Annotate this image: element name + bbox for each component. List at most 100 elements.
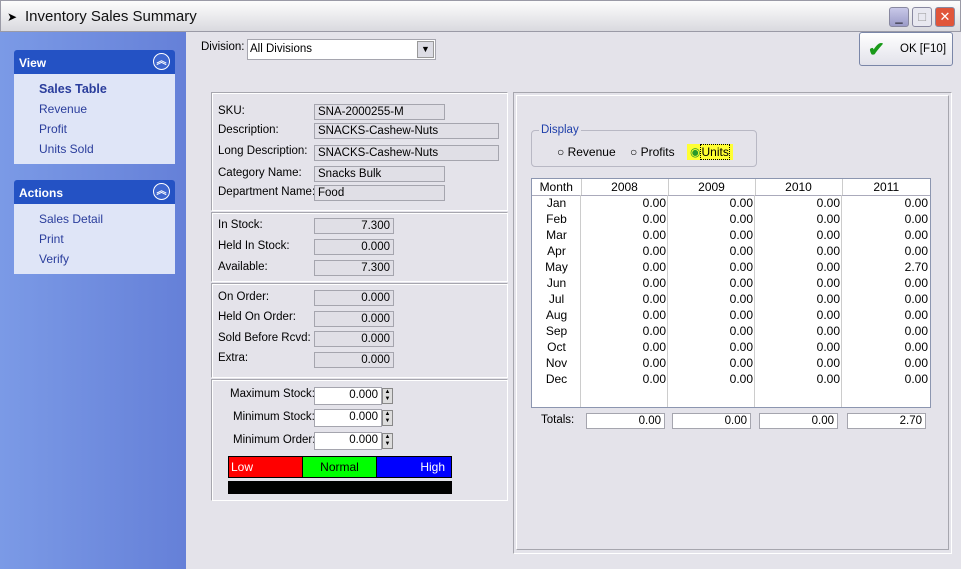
cell-month: Sep — [545, 324, 568, 338]
sidebar-item-revenue[interactable]: Revenue — [39, 102, 87, 116]
cell-value: 0.00 — [729, 308, 753, 322]
sales-panel: Display ○ Revenue ○ Profits ◉Units Month… — [513, 92, 952, 554]
column-header[interactable]: 2011 — [841, 179, 930, 196]
view-panel: Sales Table Revenue Profit Units Sold — [14, 74, 175, 164]
min-order-spinner[interactable]: ▲ ▼ — [382, 433, 393, 449]
table-row[interactable]: Jun 0.00 0.00 0.00 0.00 — [532, 275, 930, 291]
cell-value: 0.00 — [642, 292, 666, 306]
cell-value: 0.00 — [642, 340, 666, 354]
table-row[interactable]: Aug 0.00 0.00 0.00 0.00 — [532, 307, 930, 323]
actions-panel-header[interactable]: Actions ︽ — [14, 180, 175, 204]
action-sales-detail[interactable]: Sales Detail — [39, 212, 103, 226]
cell-value: 2.70 — [904, 260, 928, 274]
department-label: Department Name: — [218, 186, 316, 198]
cell-month: Dec — [545, 372, 568, 386]
cell-value: 0.00 — [904, 308, 928, 322]
action-verify[interactable]: Verify — [39, 252, 69, 266]
column-header[interactable]: 2010 — [754, 179, 842, 196]
cell-value: 0.00 — [729, 292, 753, 306]
display-legend: Display — [539, 124, 581, 136]
column-header[interactable]: 2008 — [580, 179, 668, 196]
close-button[interactable]: ✕ — [935, 7, 955, 27]
table-row[interactable]: Sep 0.00 0.00 0.00 0.00 — [532, 323, 930, 339]
table-row[interactable]: Feb 0.00 0.00 0.00 0.00 — [532, 211, 930, 227]
column-header[interactable]: 2009 — [667, 179, 755, 196]
table-row[interactable]: May 0.00 0.00 0.00 2.70 — [532, 259, 930, 275]
cell-month: Feb — [546, 212, 567, 226]
cell-month: Jun — [546, 276, 567, 290]
maximize-button[interactable]: □ — [912, 7, 932, 27]
cell-month: Jan — [546, 196, 567, 211]
table-row[interactable]: Apr 0.00 0.00 0.00 0.00 — [532, 243, 930, 259]
cell-value: 0.00 — [816, 260, 840, 274]
sidebar-item-sales-table[interactable]: Sales Table — [39, 82, 107, 96]
min-stock-input[interactable]: 0.000 — [314, 409, 382, 427]
table-row[interactable]: Jul 0.00 0.00 0.00 0.00 — [532, 291, 930, 307]
radio-revenue[interactable]: ○ Revenue — [557, 145, 616, 159]
sku-field: SNA-2000255-M — [314, 104, 445, 120]
chevron-down-icon[interactable]: ▼ — [417, 41, 434, 58]
min-order-input[interactable]: 0.000 — [314, 432, 382, 450]
actions-title: Actions — [19, 186, 64, 200]
cell-month: Apr — [547, 244, 566, 258]
cell-value: 0.00 — [642, 308, 666, 322]
cell-month: Aug — [545, 308, 568, 322]
action-print[interactable]: Print — [39, 232, 64, 246]
max-stock-spinner[interactable]: ▲ ▼ — [382, 388, 393, 404]
sidebar-item-profit[interactable]: Profit — [39, 122, 67, 136]
totals-label: Totals: — [541, 414, 575, 426]
cell-value: 0.00 — [816, 292, 840, 306]
cell-value: 0.00 — [904, 228, 928, 242]
radio-profits[interactable]: ○ Profits — [630, 145, 675, 159]
cell-value: 0.00 — [729, 196, 753, 211]
cell-month: Jul — [548, 292, 565, 306]
cell-value: 0.00 — [816, 356, 840, 370]
division-select[interactable]: All Divisions ▼ — [247, 39, 436, 60]
long-description-label: Long Description: — [218, 145, 308, 157]
collapse-icon[interactable]: ︽ — [153, 183, 170, 200]
available-field: 7.300 — [314, 260, 394, 276]
available-label: Available: — [218, 261, 268, 273]
app-icon: ➤ — [7, 10, 18, 24]
min-order-label: Minimum Order: — [233, 434, 316, 446]
min-stock-spinner[interactable]: ▲ ▼ — [382, 410, 393, 426]
sold-before-rcvd-label: Sold Before Rcvd: — [218, 332, 311, 344]
stock-level-bar — [228, 481, 452, 494]
table-row[interactable]: Oct 0.00 0.00 0.00 0.00 — [532, 339, 930, 355]
cell-value: 0.00 — [904, 212, 928, 226]
cell-value: 0.00 — [904, 244, 928, 258]
radio-icon: ○ — [630, 145, 638, 159]
orders-section: On Order: 0.000 Held On Order: 0.000 Sol… — [211, 283, 508, 378]
view-title: View — [19, 56, 47, 70]
division-label: Division: — [201, 41, 245, 53]
cell-value: 0.00 — [904, 292, 928, 306]
table-row[interactable]: Dec 0.00 0.00 0.00 0.00 — [532, 371, 930, 387]
collapse-icon[interactable]: ︽ — [153, 53, 170, 70]
view-panel-header[interactable]: View ︽ — [14, 50, 175, 74]
table-row[interactable]: Nov 0.00 0.00 0.00 0.00 — [532, 355, 930, 371]
total-2009: 0.00 — [672, 413, 751, 429]
cell-value: 0.00 — [642, 260, 666, 274]
cell-value: 0.00 — [642, 324, 666, 338]
column-header[interactable]: Month — [532, 179, 581, 196]
division-value: All Divisions — [250, 43, 312, 55]
cell-value: 0.00 — [729, 340, 753, 354]
ok-button[interactable]: ✔ OK [F10] — [859, 32, 953, 66]
cell-value: 0.00 — [904, 340, 928, 354]
radio-selected-icon: ◉ — [690, 145, 701, 159]
radio-units[interactable]: ◉Units — [687, 144, 733, 160]
cell-value: 0.00 — [729, 276, 753, 290]
max-stock-label: Maximum Stock: — [230, 388, 315, 400]
sold-before-rcvd-field: 0.000 — [314, 331, 394, 347]
sidebar-item-units-sold[interactable]: Units Sold — [39, 142, 94, 156]
max-stock-input[interactable]: 0.000 — [314, 387, 382, 405]
ok-label: OK [F10] — [900, 43, 947, 55]
table-row[interactable]: Mar 0.00 0.00 0.00 0.00 — [532, 227, 930, 243]
held-on-order-field: 0.000 — [314, 311, 394, 327]
cell-value: 0.00 — [642, 372, 666, 386]
checkmark-icon: ✔ — [868, 39, 885, 61]
table-row[interactable]: Jan 0.00 0.00 0.00 0.00 — [532, 195, 930, 211]
on-order-field: 0.000 — [314, 290, 394, 306]
minimize-button[interactable]: _ — [889, 7, 909, 27]
cell-value: 0.00 — [729, 356, 753, 370]
